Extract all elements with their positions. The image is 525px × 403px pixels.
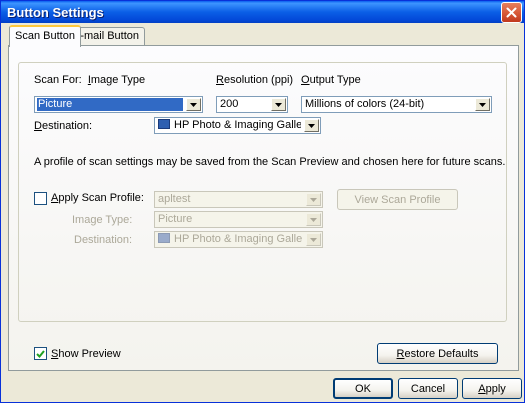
chevron-down-icon — [190, 102, 197, 107]
view-scan-profile-button[interactable]: View Scan Profile — [337, 189, 458, 210]
chevron-down-icon — [310, 237, 317, 242]
dropdown-button[interactable] — [306, 193, 321, 206]
profile-info-text: A profile of scan settings may be saved … — [34, 156, 506, 168]
destination-combo[interactable]: HP Photo & Imaging Gallery — [154, 117, 321, 134]
profile-destination-value: HP Photo & Imaging Gallery — [157, 233, 303, 246]
resolution-combo[interactable]: 200 — [216, 96, 288, 113]
apply-button[interactable]: Apply — [462, 378, 522, 399]
profile-destination-label: Destination: — [74, 234, 133, 246]
show-preview-checkbox[interactable] — [34, 347, 47, 360]
profile-image-type-label: Image Type: — [72, 214, 133, 226]
hp-gallery-icon — [158, 119, 170, 129]
title-bar[interactable]: Button Settings — [1, 1, 524, 23]
show-preview-label[interactable]: Show Preview — [51, 348, 121, 360]
scan-profile-value: apltest — [158, 193, 191, 205]
tab-label: E-mail Button — [73, 30, 140, 42]
output-type-label: Output Type — [301, 74, 361, 86]
dropdown-button[interactable] — [306, 233, 321, 246]
image-type-combo[interactable]: Picture — [34, 96, 203, 113]
image-type-value: Picture — [37, 98, 183, 111]
resolution-value: 200 — [220, 98, 239, 110]
profile-destination-combo[interactable]: HP Photo & Imaging Gallery — [154, 231, 323, 248]
apply-scan-profile-label[interactable]: Apply Scan Profile: — [51, 192, 144, 204]
dropdown-button[interactable] — [306, 213, 321, 226]
close-button[interactable] — [501, 2, 522, 23]
scan-for-label: Scan For: Image Type — [34, 74, 146, 86]
tab-label: Scan Button — [15, 30, 75, 42]
hp-gallery-icon — [158, 233, 170, 243]
destination-value: HP Photo & Imaging Gallery — [157, 119, 301, 132]
checkmark-icon — [36, 349, 45, 358]
profile-image-type-combo[interactable]: Picture — [154, 211, 323, 228]
scan-profile-combo[interactable]: apltest — [154, 191, 323, 208]
output-type-value: Millions of colors (24-bit) — [305, 98, 425, 110]
dropdown-button[interactable] — [475, 98, 490, 111]
chevron-down-icon — [308, 123, 315, 128]
destination-label: Destination: — [34, 120, 93, 132]
button-settings-dialog: Button Settings Scan Button E-mail Butto… — [0, 0, 525, 403]
cancel-button[interactable]: Cancel — [398, 378, 458, 399]
chevron-down-icon — [275, 102, 282, 107]
resolution-label: Resolution (ppi) — [216, 74, 294, 86]
apply-scan-profile-checkbox[interactable] — [34, 192, 47, 205]
chevron-down-icon — [310, 197, 317, 202]
chevron-down-icon — [310, 217, 317, 222]
dropdown-button[interactable] — [271, 98, 286, 111]
profile-image-type-value: Picture — [158, 213, 193, 225]
chevron-down-icon — [479, 102, 486, 107]
close-icon — [506, 7, 517, 18]
restore-defaults-button[interactable]: Restore Defaults — [377, 343, 498, 364]
tab-scan-button[interactable]: Scan Button — [9, 25, 81, 47]
window-title: Button Settings — [7, 5, 104, 20]
ok-button[interactable]: OK — [333, 378, 393, 399]
dropdown-button[interactable] — [304, 119, 319, 132]
output-type-combo[interactable]: Millions of colors (24-bit) — [301, 96, 492, 113]
dropdown-button[interactable] — [186, 98, 201, 111]
